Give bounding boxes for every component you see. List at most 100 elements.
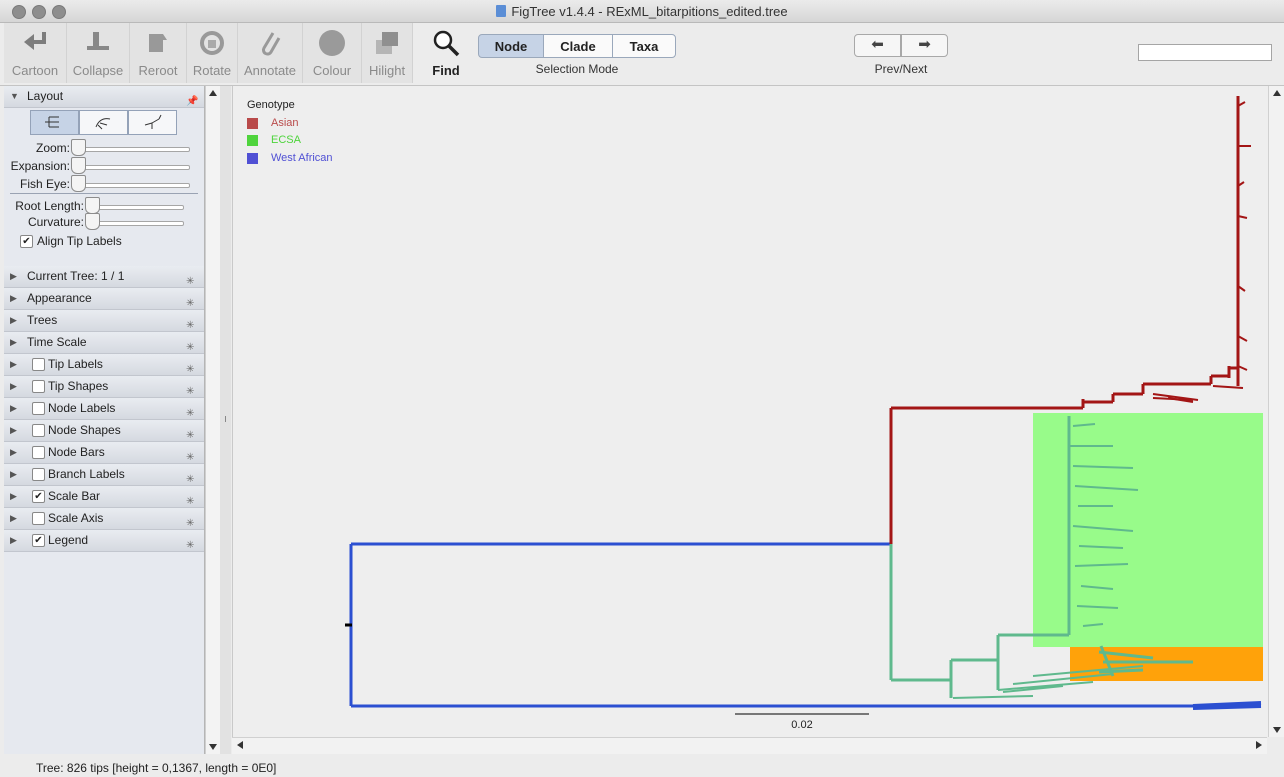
tree-canvas[interactable]: Genotype Asian ECSA West African 0.02: [232, 86, 1268, 737]
fish-eye-slider-track[interactable]: [74, 183, 190, 188]
align-tip-labels-checkbox[interactable]: ✔: [20, 235, 33, 248]
section-trees[interactable]: ▶ Trees ✳: [4, 310, 204, 332]
section-label: Appearance: [27, 291, 92, 305]
scroll-right-icon[interactable]: [1256, 741, 1262, 749]
magnifier-icon: [433, 30, 460, 57]
section-branch-labels[interactable]: ▶ Branch Labels ✳: [4, 464, 204, 486]
radial-tree-icon: [144, 114, 162, 129]
mode-node-button[interactable]: Node: [478, 34, 544, 58]
paperclip-icon: [262, 32, 281, 56]
section-node-shapes[interactable]: ▶ Node Shapes ✳: [4, 420, 204, 442]
pin-icon[interactable]: ✳: [186, 293, 198, 309]
collapse-button[interactable]: Collapse: [67, 23, 130, 83]
scroll-down-icon[interactable]: [209, 744, 217, 750]
section-node-labels[interactable]: ▶ Node Labels ✳: [4, 398, 204, 420]
annotate-button[interactable]: Annotate: [238, 23, 303, 83]
expansion-slider-thumb[interactable]: [71, 157, 86, 174]
arrow-right-icon: ➡: [918, 36, 931, 53]
pin-icon[interactable]: ✳: [186, 469, 198, 485]
root-length-slider-thumb[interactable]: [85, 197, 100, 214]
radial-layout-button[interactable]: [128, 110, 177, 135]
section-checkbox[interactable]: [32, 512, 45, 525]
section-label: Node Bars: [48, 445, 105, 459]
next-button[interactable]: ➡: [901, 34, 948, 57]
section-checkbox[interactable]: [32, 380, 45, 393]
split-divider[interactable]: [220, 86, 231, 754]
pin-icon[interactable]: ✳: [186, 447, 198, 463]
rectangular-layout-button[interactable]: [30, 110, 79, 135]
section-label: Tip Labels: [48, 357, 103, 371]
section-checkbox[interactable]: ✔: [32, 490, 45, 503]
section-label: Branch Labels: [48, 467, 125, 481]
colour-button[interactable]: Colour: [303, 23, 362, 83]
section-time-scale[interactable]: ▶ Time Scale ✳: [4, 332, 204, 354]
mode-clade-button[interactable]: Clade: [543, 34, 613, 58]
panel-scrollbar[interactable]: [205, 86, 220, 754]
pin-icon[interactable]: ✳: [186, 513, 198, 529]
zoom-slider-track[interactable]: [74, 147, 190, 152]
colour-icon: [319, 30, 345, 56]
canvas-horizontal-scrollbar[interactable]: [232, 737, 1267, 754]
zoom-slider-thumb[interactable]: [71, 139, 86, 156]
reroot-icon: [149, 34, 167, 52]
scale-bar-label: 0.02: [791, 719, 812, 731]
section-scale-axis[interactable]: ▶ Scale Axis ✳: [4, 508, 204, 530]
section-checkbox[interactable]: [32, 358, 45, 371]
pin-icon[interactable]: ✳: [186, 337, 198, 353]
pin-icon[interactable]: ✳: [186, 403, 198, 419]
pin-icon[interactable]: ✳: [186, 535, 198, 551]
fish-eye-slider-thumb[interactable]: [71, 175, 86, 192]
phylogenetic-tree[interactable]: 0.02: [233, 86, 1268, 737]
rotate-button[interactable]: Rotate: [187, 23, 238, 83]
section-checkbox[interactable]: [32, 424, 45, 437]
section-node-bars[interactable]: ▶ Node Bars ✳: [4, 442, 204, 464]
prevnext-caption: Prev/Next: [874, 62, 928, 76]
search-input[interactable]: [1138, 44, 1272, 61]
cartoon-button[interactable]: Cartoon: [4, 23, 67, 83]
mode-taxa-button[interactable]: Taxa: [612, 34, 676, 58]
polar-layout-button[interactable]: [79, 110, 128, 135]
section-current-tree-1-1[interactable]: ▶ Current Tree: 1 / 1 ✳: [4, 266, 204, 288]
status-text: Tree: 826 tips [height = 0,1367, length …: [36, 761, 277, 775]
cartoon-icon: [24, 32, 46, 50]
root-length-slider-track[interactable]: [88, 205, 184, 210]
west-african-tips: [1192, 701, 1262, 710]
pin-icon[interactable]: ✳: [186, 271, 198, 287]
collapsed-triangle-icon: ▶: [10, 315, 17, 325]
pin-icon[interactable]: ✳: [186, 315, 198, 331]
asian-tip-branches: [1152, 101, 1251, 401]
pin-icon[interactable]: ✳: [186, 491, 198, 507]
hilight-button[interactable]: Hilight: [362, 23, 413, 83]
section-tip-labels[interactable]: ▶ Tip Labels ✳: [4, 354, 204, 376]
rotate-label: Rotate: [192, 63, 232, 78]
section-checkbox[interactable]: ✔: [32, 534, 45, 547]
section-legend[interactable]: ▶ ✔ Legend ✳: [4, 530, 204, 552]
curvature-slider-track[interactable]: [88, 221, 184, 226]
find-button[interactable]: Find: [422, 23, 470, 83]
window-title-wrap: FigTree v1.4.4 - RExML_bitarpitions_edit…: [0, 4, 1284, 19]
expanded-triangle-icon: ▼: [10, 91, 19, 101]
curvature-slider-thumb[interactable]: [85, 213, 100, 230]
scroll-up-icon[interactable]: [209, 90, 217, 96]
pin-icon[interactable]: ✳: [186, 381, 198, 397]
section-checkbox[interactable]: [32, 446, 45, 459]
section-tip-shapes[interactable]: ▶ Tip Shapes ✳: [4, 376, 204, 398]
reroot-button[interactable]: Reroot: [130, 23, 187, 83]
pin-icon[interactable]: 📌: [186, 91, 198, 107]
pin-icon[interactable]: ✳: [186, 359, 198, 375]
control-panel: ▼ Layout 📌 Zoom: Expansion: Fish Eye: Ro…: [4, 86, 205, 754]
expansion-slider-track[interactable]: [74, 165, 190, 170]
section-appearance[interactable]: ▶ Appearance ✳: [4, 288, 204, 310]
canvas-vertical-scrollbar[interactable]: [1268, 86, 1284, 737]
prev-button[interactable]: ⬅: [854, 34, 901, 57]
section-checkbox[interactable]: [32, 468, 45, 481]
scroll-left-icon[interactable]: [237, 741, 243, 749]
layout-section-header[interactable]: ▼ Layout 📌: [4, 86, 204, 108]
toolbar: Cartoon Collapse Reroot Rotate Annotate …: [0, 23, 1284, 86]
pin-icon[interactable]: ✳: [186, 425, 198, 441]
section-checkbox[interactable]: [32, 402, 45, 415]
curvature-label: Curvature:: [27, 215, 84, 229]
scroll-down-icon[interactable]: [1273, 727, 1281, 733]
scroll-up-icon[interactable]: [1273, 90, 1281, 96]
section-scale-bar[interactable]: ▶ ✔ Scale Bar ✳: [4, 486, 204, 508]
